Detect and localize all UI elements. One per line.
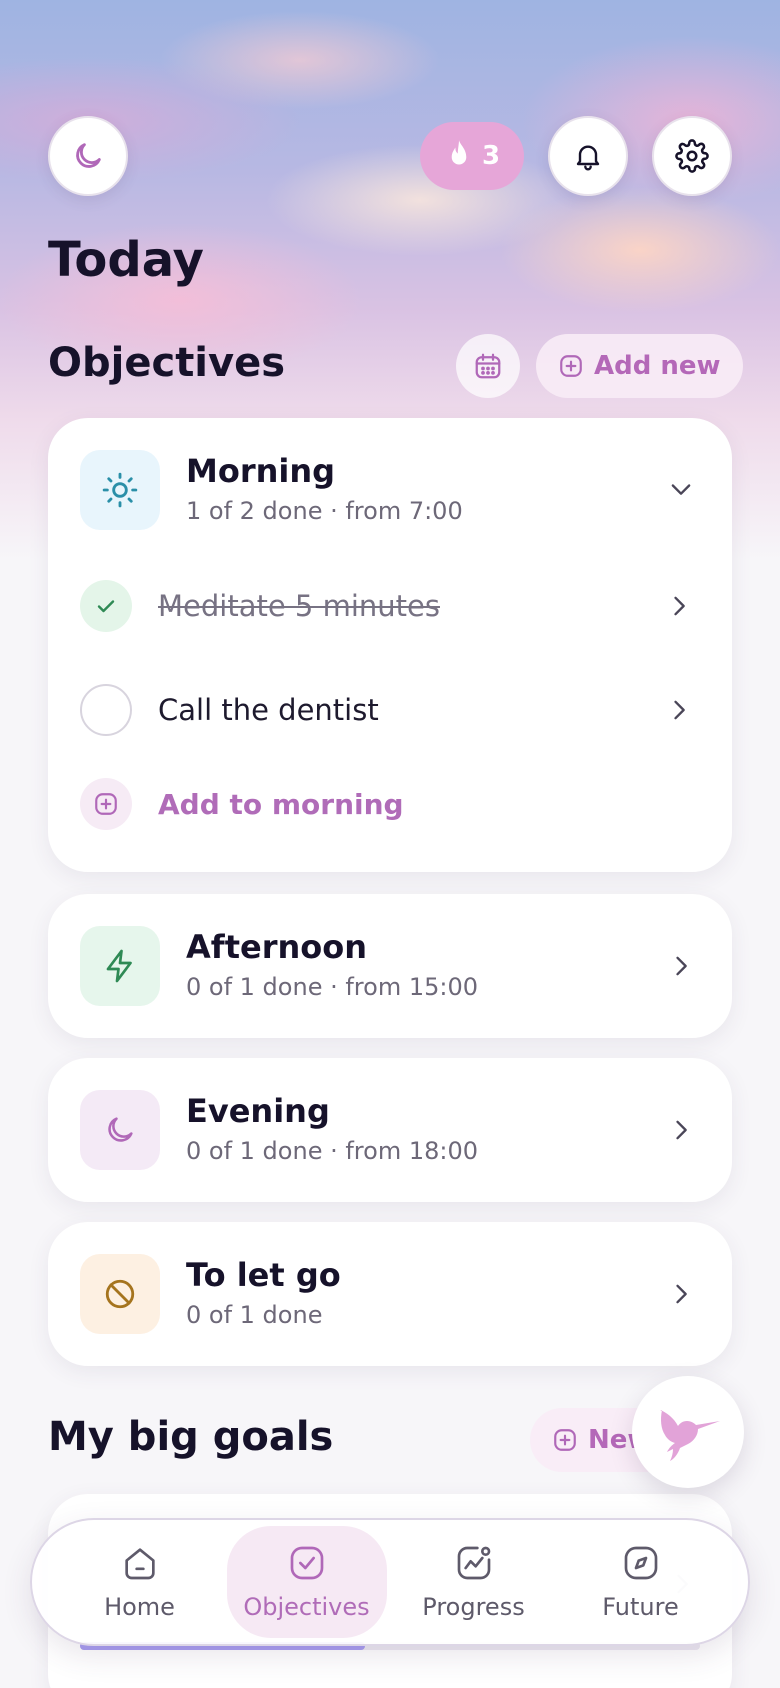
chevron-right-icon — [676, 1120, 687, 1140]
gear-icon — [675, 139, 709, 173]
bottom-nav: Home Objectives Progress Future — [30, 1518, 750, 1646]
check-square-icon — [290, 1546, 323, 1580]
group-name: Evening — [186, 1092, 330, 1130]
task-checkbox-unchecked[interactable] — [80, 684, 132, 736]
nav-item-progress[interactable]: Progress — [394, 1526, 554, 1638]
add-to-morning-label: Add to morning — [158, 787, 404, 821]
page-title: Today — [48, 232, 204, 288]
task-label: Meditate 5 minutes — [158, 589, 440, 623]
notifications-button[interactable] — [548, 116, 628, 196]
group-meta: 0 of 1 done — [186, 1301, 323, 1329]
chevron-right-icon — [676, 956, 687, 976]
bell-icon — [576, 145, 600, 171]
plus-square-icon — [554, 1429, 576, 1451]
chart-icon — [457, 1546, 490, 1580]
group-open-button[interactable] — [666, 951, 696, 981]
moon-icon — [108, 1117, 133, 1142]
add-to-morning-button[interactable]: Add to morning — [80, 774, 700, 834]
group-meta: 0 of 1 done · from 18:00 — [186, 1137, 478, 1165]
group-card-morning: Morning 1 of 2 done · from 7:00 Meditate… — [48, 418, 732, 872]
nav-item-objectives[interactable]: Objectives — [226, 1526, 387, 1638]
group-name: Morning — [186, 452, 336, 490]
nav-label: Future — [602, 1593, 679, 1621]
group-icon-container — [80, 450, 160, 530]
group-open-button[interactable] — [666, 1279, 696, 1309]
theme-toggle-button[interactable] — [48, 116, 128, 196]
calendar-button[interactable] — [456, 334, 520, 398]
task-row[interactable]: Meditate 5 minutes — [80, 576, 700, 636]
hummingbird-icon — [660, 1410, 720, 1461]
nav-label: Home — [104, 1593, 175, 1621]
plus-square-icon — [560, 355, 582, 377]
home-icon — [124, 1548, 155, 1580]
flame-icon — [451, 140, 467, 165]
group-icon-container — [80, 1254, 160, 1334]
nav-label: Progress — [422, 1593, 525, 1621]
task-label: Call the dentist — [158, 693, 379, 727]
add-task-icon-container — [80, 778, 132, 830]
nav-label: Objectives — [243, 1593, 370, 1621]
streak-count: 3 — [481, 141, 501, 171]
check-icon — [97, 600, 115, 613]
chevron-down-icon — [671, 484, 691, 495]
prohibited-icon — [105, 1279, 135, 1309]
chevron-right-icon — [674, 596, 685, 616]
objectives-title: Objectives — [48, 340, 286, 386]
task-checkbox-checked[interactable] — [80, 580, 132, 632]
calendar-icon — [475, 353, 501, 379]
chevron-right-icon — [676, 1284, 687, 1304]
task-open-button[interactable] — [664, 695, 694, 725]
moon-icon — [76, 143, 101, 168]
task-open-button[interactable] — [664, 591, 694, 621]
collapse-button[interactable] — [666, 474, 696, 504]
chevron-right-icon — [674, 700, 685, 720]
nav-item-future[interactable]: Future — [561, 1526, 721, 1638]
group-icon-container — [80, 926, 160, 1006]
assistant-fab[interactable] — [632, 1376, 744, 1488]
compass-icon — [624, 1546, 657, 1580]
group-name: To let go — [186, 1256, 341, 1294]
big-goals-title: My big goals — [48, 1414, 334, 1460]
sun-icon — [102, 472, 138, 508]
group-icon-container — [80, 1090, 160, 1170]
task-row[interactable]: Call the dentist — [80, 680, 700, 740]
group-name: Afternoon — [186, 928, 367, 966]
settings-button[interactable] — [652, 116, 732, 196]
add-new-objective-button[interactable]: Add new — [536, 334, 743, 398]
group-card-afternoon[interactable]: Afternoon 0 of 1 done · from 15:00 — [48, 894, 732, 1038]
streak-badge[interactable]: 3 — [420, 122, 524, 190]
add-new-label: Add new — [594, 351, 721, 381]
group-header-morning[interactable]: Morning 1 of 2 done · from 7:00 — [80, 450, 463, 530]
plus-square-icon — [95, 793, 117, 815]
group-meta: 1 of 2 done · from 7:00 — [186, 497, 463, 525]
group-meta: 0 of 1 done · from 15:00 — [186, 973, 478, 1001]
group-card-to-let-go[interactable]: To let go 0 of 1 done — [48, 1222, 732, 1366]
group-card-evening[interactable]: Evening 0 of 1 done · from 18:00 — [48, 1058, 732, 1202]
lightning-icon — [106, 949, 132, 983]
nav-item-home[interactable]: Home — [60, 1526, 220, 1638]
group-open-button[interactable] — [666, 1115, 696, 1145]
